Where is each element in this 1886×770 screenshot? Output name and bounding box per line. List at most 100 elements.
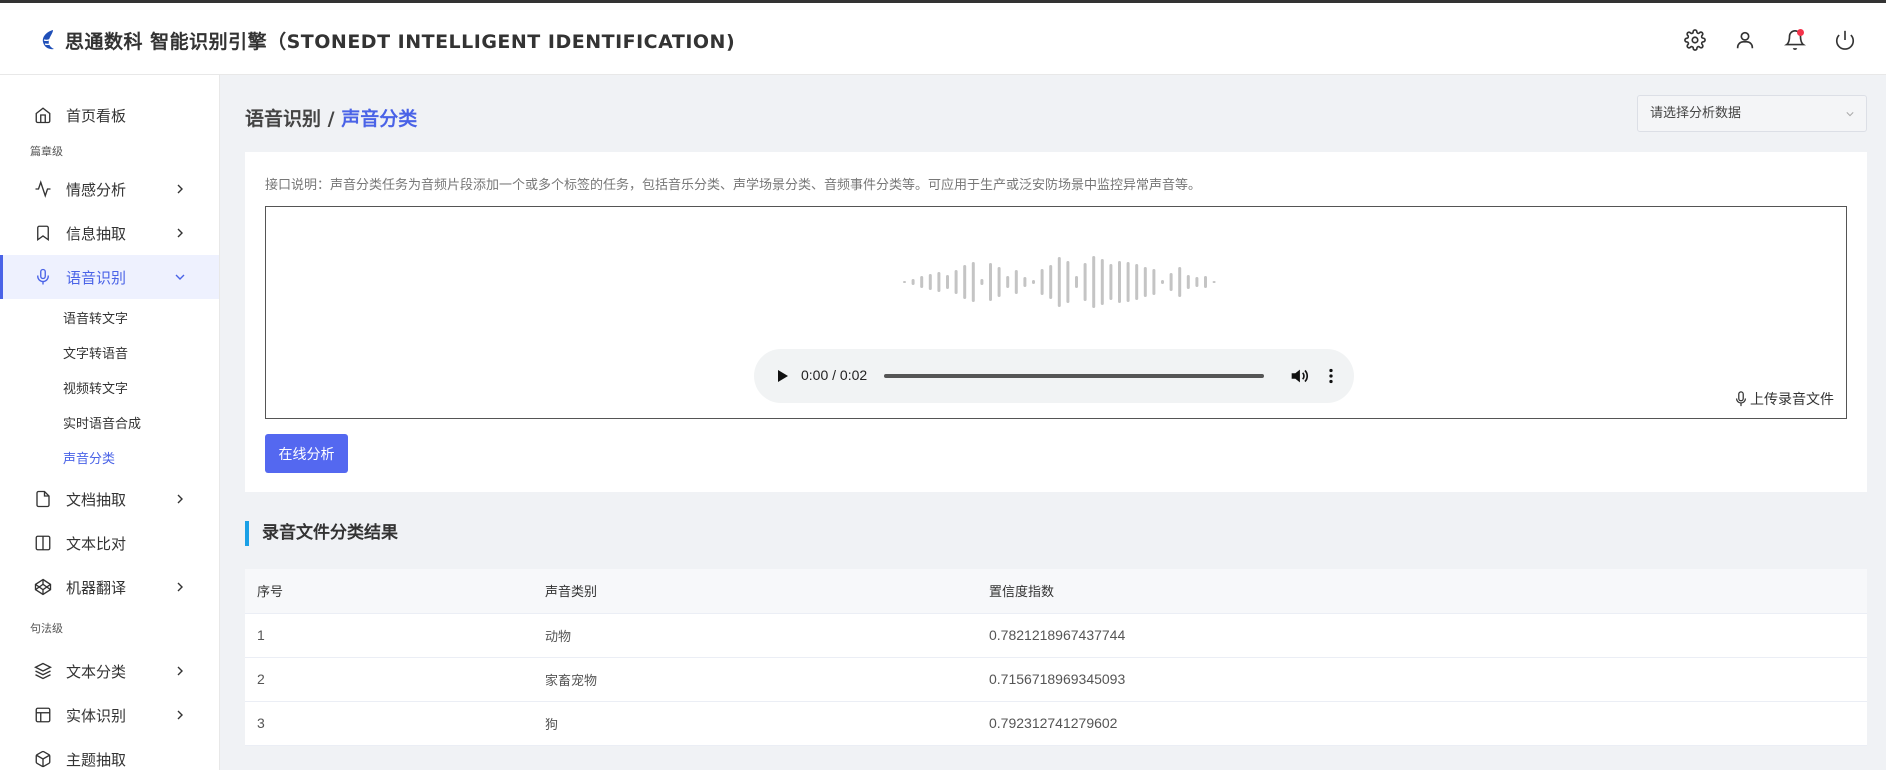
file-icon [34, 490, 52, 508]
sidebar-item-speech[interactable]: 语音识别 [0, 255, 219, 299]
sidebar-item-label: 信息抽取 [66, 224, 127, 243]
waveform-bar [1100, 259, 1104, 305]
more-vertical-icon[interactable] [1320, 365, 1342, 387]
analyze-online-button[interactable]: 在线分析 [265, 434, 348, 473]
analysis-data-select[interactable]: 请选择分析数据 [1637, 95, 1867, 132]
header-actions [1684, 29, 1856, 51]
sidebar-subitem-speech-to-text[interactable]: 语音转文字 [0, 302, 219, 337]
audio-time: 0:00 / 0:02 [801, 367, 868, 383]
power-icon[interactable] [1834, 29, 1856, 51]
api-description: 接口说明：声音分类任务为音频片段添加一个或多个标签的任务，包括音乐分类、声学场景… [265, 178, 1202, 193]
upload-recording-button[interactable]: 上传录音文件 [1734, 389, 1834, 409]
column-header-confidence: 置信度指数 [977, 569, 1867, 614]
chevron-down-icon [175, 274, 185, 280]
chevron-right-icon [177, 494, 183, 504]
user-icon[interactable] [1734, 29, 1756, 51]
sidebar-item-label: 主题抽取 [66, 750, 127, 769]
sidebar-item-label: 语音识别 [66, 268, 127, 287]
waveform-bar [1186, 275, 1190, 289]
sidebar-item-home[interactable]: 首页看板 [0, 93, 219, 137]
waveform-bar [911, 279, 915, 285]
breadcrumb-parent[interactable]: 语音识别 / [245, 108, 335, 130]
waveform-bar [1152, 269, 1156, 295]
audio-progress-bar[interactable] [884, 374, 1264, 378]
waveform-bar [1195, 277, 1199, 287]
waveform-bar [954, 270, 958, 294]
sidebar-item-entity[interactable]: 实体识别 [0, 693, 219, 737]
sidebar-subitem-sound-classify[interactable]: 声音分类 [0, 442, 219, 477]
waveform-bar [1083, 263, 1087, 301]
results-table: 序号 声音类别 置信度指数 1 动物 0.7821218967437744 2 … [245, 569, 1867, 746]
cell-category: 家畜宠物 [533, 657, 977, 702]
waveform-bar [1014, 270, 1018, 294]
waveform-bar [1161, 280, 1164, 284]
cell-index: 3 [245, 701, 533, 746]
chevron-right-icon [177, 228, 183, 238]
waveform-bar [963, 265, 967, 299]
cell-category: 狗 [533, 701, 977, 746]
sidebar: 首页看板 篇章级 情感分析 信息抽取 语音识别 语音转文字 文字转语音 视频转文… [0, 75, 220, 770]
waveform-bar [1057, 257, 1061, 307]
waveform-bar [1049, 265, 1053, 299]
codepen-icon [34, 578, 52, 596]
section-label-chapter: 篇章级 [30, 145, 63, 158]
waveform-bar [989, 263, 992, 301]
mic-icon [34, 268, 52, 286]
waveform-bar [1006, 276, 1010, 288]
waveform-bar [937, 272, 941, 292]
sidebar-item-label: 情感分析 [66, 180, 127, 199]
sidebar-item-topic[interactable]: 主题抽取 [0, 737, 219, 770]
layers-icon [33, 662, 53, 680]
sidebar-item-label: 文档抽取 [66, 490, 127, 509]
waveform-bar [1075, 276, 1078, 288]
mic-icon [1735, 391, 1747, 407]
table-row: 1 动物 0.7821218967437744 [245, 613, 1867, 658]
sidebar-item-sentiment[interactable]: 情感分析 [0, 167, 219, 211]
cell-index: 1 [245, 613, 533, 658]
cell-category: 动物 [533, 613, 977, 658]
chevron-right-icon [177, 582, 183, 592]
chevron-down-icon [1846, 112, 1854, 117]
waveform-bar [1169, 273, 1173, 291]
sidebar-item-doc-extract[interactable]: 文档抽取 [0, 477, 219, 521]
sidebar-item-label: 文本分类 [66, 662, 127, 681]
waveform-bar [1118, 261, 1121, 303]
analysis-card: 接口说明：声音分类任务为音频片段添加一个或多个标签的任务，包括音乐分类、声学场景… [245, 152, 1867, 492]
chevron-right-icon [177, 666, 183, 676]
table-header-row: 序号 声音类别 置信度指数 [245, 569, 1867, 614]
audio-player: 0:00 / 0:02 [754, 349, 1354, 403]
waveform-bar [928, 274, 932, 290]
sidebar-item-text-compare[interactable]: 文本比对 [0, 521, 219, 565]
sidebar-item-translate[interactable]: 机器翻译 [0, 565, 219, 609]
sidebar-subitem-text-to-speech[interactable]: 文字转语音 [0, 337, 219, 372]
cell-confidence: 0.7821218967437744 [977, 613, 1867, 658]
bell-icon[interactable] [1784, 29, 1806, 51]
waveform-bar [1040, 269, 1044, 295]
notification-dot [1797, 29, 1804, 36]
sidebar-item-label: 机器翻译 [66, 578, 127, 597]
sidebar-subitem-realtime-tts[interactable]: 实时语音合成 [0, 407, 219, 442]
play-icon[interactable] [772, 366, 792, 386]
cell-confidence: 0.7156718969345093 [977, 657, 1867, 702]
audio-upload-area[interactable]: 0:00 / 0:02 上传录音文件 [265, 206, 1847, 419]
activity-icon [34, 180, 52, 198]
waveform-bar [946, 275, 949, 289]
sidebar-item-info-extract[interactable]: 信息抽取 [0, 211, 219, 255]
home-icon [34, 106, 52, 124]
sidebar-item-label: 实体识别 [66, 706, 127, 725]
gear-icon[interactable] [1684, 29, 1706, 51]
breadcrumb-current: 声音分类 [341, 108, 418, 130]
volume-icon[interactable] [1288, 365, 1310, 387]
waveform-bar [1212, 281, 1216, 283]
waveform-bar [1109, 264, 1113, 300]
table-row: 2 家畜宠物 0.7156718969345093 [245, 657, 1867, 702]
waveform-bar [903, 281, 906, 283]
select-placeholder: 请选择分析数据 [1650, 106, 1742, 121]
sidebar-subitem-video-to-text[interactable]: 视频转文字 [0, 372, 219, 407]
top-header: 思通数科 智能识别引擎（STONEDT INTELLIGENT IDENTIFI… [0, 0, 1886, 75]
sidebar-item-text-classify[interactable]: 文本分类 [0, 649, 219, 693]
chevron-right-icon [177, 184, 183, 194]
waveform-bar [1066, 261, 1070, 303]
waveform-bar [997, 267, 1001, 297]
cell-index: 2 [245, 657, 533, 702]
